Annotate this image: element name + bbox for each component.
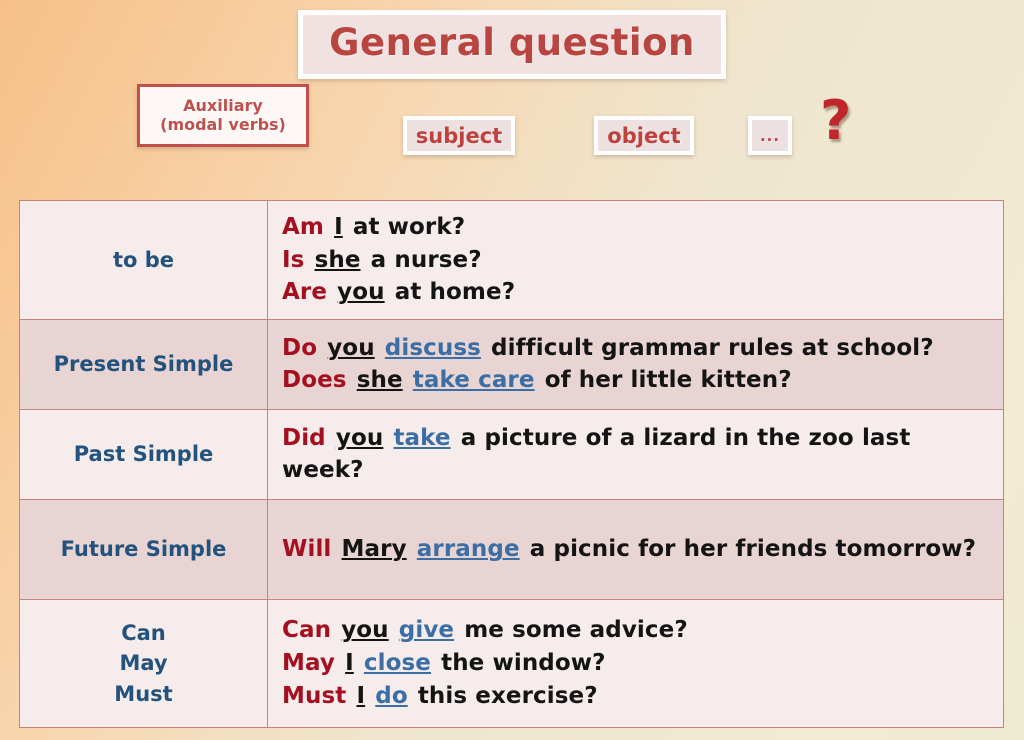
main-verb-word: discuss [384, 334, 481, 361]
subject-word: you [337, 279, 385, 306]
slot-auxiliary-line2: (modal verbs) [160, 114, 286, 134]
rest-of-sentence: difficult grammar rules at school? [491, 334, 934, 361]
slot-ellipsis: ... [748, 116, 792, 155]
subject-word: I [334, 214, 343, 240]
subject-word: I [356, 682, 366, 709]
auxiliary-word: Will [282, 536, 332, 563]
row-label-cell: Can May Must [20, 599, 268, 727]
rest-of-sentence: a picnic for her friends tomorrow? [529, 536, 977, 563]
subject-word: you [335, 424, 384, 451]
slot-ellipsis-label: ... [759, 126, 781, 145]
table-row: Past Simple Did you take a picture of a … [20, 409, 1003, 500]
title-banner: General question [0, 10, 1024, 79]
page-title: General question [329, 21, 695, 64]
slot-auxiliary-line1: Auxiliary [183, 95, 263, 115]
table-row: Future Simple Will Mary arrange a picnic… [20, 499, 1003, 600]
example-sentence: Does she take care of her little kitten? [282, 364, 991, 397]
slot-object: object [594, 116, 694, 155]
row-label-cell: Future Simple [20, 499, 268, 599]
row-label-cell: Past Simple [20, 409, 268, 499]
row-examples-cell: Will Mary arrange a picnic for her frien… [268, 500, 1003, 599]
question-mark-icon: ? [820, 89, 852, 152]
subject-word: she [356, 367, 403, 394]
rest-of-sentence: this exercise? [417, 682, 598, 709]
example-sentence: Are you at home? [282, 276, 991, 309]
tense-examples-table: to be Am I at work? Is she a nurse? Are … [19, 200, 1004, 728]
row-label: May [119, 651, 168, 676]
sentence-structure-row: Auxiliary (modal verbs) subject object .… [0, 84, 1024, 164]
row-examples-cell: Can you give me some advice? May I close… [268, 600, 1003, 727]
example-sentence: Did you take a picture of a lizard in th… [282, 422, 991, 487]
slot-subject: subject [403, 116, 515, 155]
auxiliary-word: Did [282, 424, 326, 451]
rest-of-sentence: at home? [394, 279, 516, 306]
auxiliary-word: May [282, 650, 335, 677]
row-label-cell: Present Simple [20, 319, 268, 409]
row-label: Must [114, 681, 173, 706]
main-verb-word: take care [412, 367, 535, 394]
main-verb-word: close [363, 650, 431, 677]
row-label-cell: to be [20, 201, 268, 319]
subject-word: I [345, 650, 354, 677]
main-verb-word: give [398, 617, 455, 644]
row-label: to be [112, 247, 175, 272]
subject-word: Mary [341, 536, 407, 563]
row-examples-cell: Do you discuss difficult grammar rules a… [268, 320, 1003, 409]
main-verb-word: arrange [416, 536, 520, 563]
rest-of-sentence: a nurse? [370, 246, 482, 273]
rest-of-sentence: at work? [352, 214, 466, 240]
subject-word: you [327, 334, 375, 361]
row-label: Past Simple [73, 442, 214, 467]
auxiliary-word: Are [282, 279, 328, 306]
auxiliary-word: Must [282, 682, 347, 709]
example-sentence: Will Mary arrange a picnic for her frien… [282, 533, 991, 566]
row-examples-cell: Did you take a picture of a lizard in th… [268, 410, 1003, 499]
subject-word: she [314, 246, 361, 273]
row-label: Present Simple [53, 352, 234, 377]
table-row: Present Simple Do you discuss difficult … [20, 319, 1003, 410]
table-row: Can May Must Can you give me some advice… [20, 599, 1003, 728]
example-sentence: Is she a nurse? [282, 244, 991, 277]
example-sentence: Must I do this exercise? [282, 680, 991, 713]
example-sentence: Am I at work? [282, 211, 991, 244]
example-sentence: May I close the window? [282, 647, 991, 680]
slot-subject-label: subject [415, 123, 503, 148]
subject-word: you [341, 617, 389, 644]
example-sentence: Do you discuss difficult grammar rules a… [282, 332, 991, 365]
slot-auxiliary: Auxiliary (modal verbs) [137, 84, 309, 147]
auxiliary-word: Is [282, 246, 305, 273]
main-verb-word: do [375, 682, 408, 709]
table-row: to be Am I at work? Is she a nurse? Are … [20, 201, 1003, 320]
rest-of-sentence: the window? [441, 650, 606, 677]
row-label: Future Simple [60, 537, 227, 562]
auxiliary-word: Do [282, 334, 318, 361]
slot-auxiliary-label: Auxiliary (modal verbs) [160, 95, 286, 135]
auxiliary-word: Can [282, 617, 332, 644]
auxiliary-word: Am [282, 214, 324, 240]
row-label: Can [121, 620, 166, 645]
rest-of-sentence: me some advice? [464, 617, 688, 644]
slot-object-label: object [607, 123, 681, 148]
example-sentence: Can you give me some advice? [282, 614, 991, 647]
rest-of-sentence: of her little kitten? [544, 367, 792, 394]
main-verb-word: take [393, 424, 451, 451]
title-box: General question [298, 10, 726, 79]
row-examples-cell: Am I at work? Is she a nurse? Are you at… [268, 201, 1003, 319]
auxiliary-word: Does [282, 367, 347, 394]
